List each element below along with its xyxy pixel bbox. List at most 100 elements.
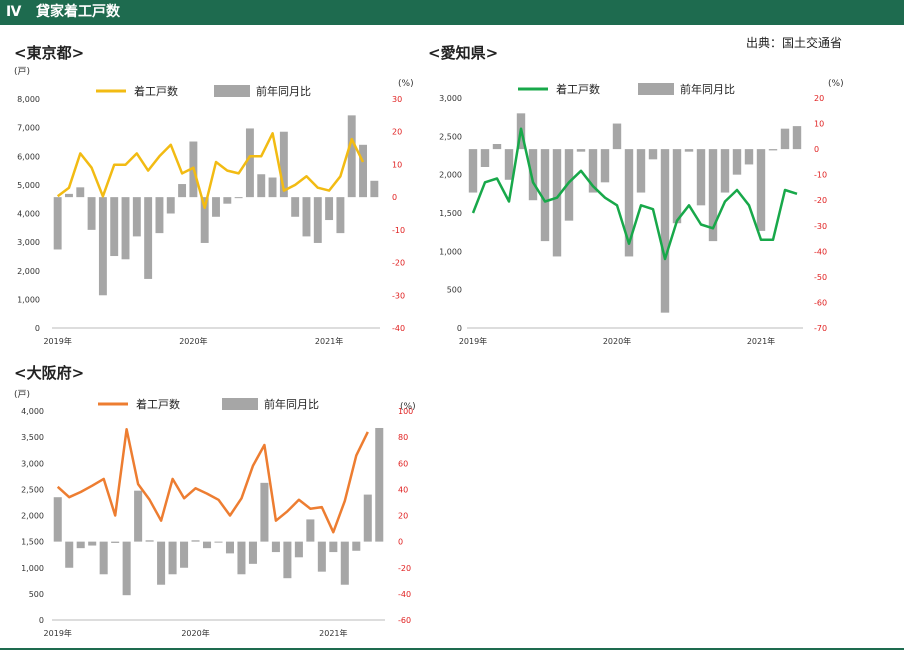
tokyo-left-tick-label: 1,000 [17,295,40,304]
tokyo-starts-line [56,132,365,210]
aichi-right-tick-label: -20 [814,196,827,205]
aichi-yoy-bar [744,149,754,165]
osaka-left-tick-label: 2,000 [21,512,44,521]
tokyo-yoy-bar [245,128,254,198]
osaka-right-tick-label: 60 [398,459,408,468]
osaka-x-tick-label: 2019年 [44,628,72,638]
osaka-yoy-bar [271,541,280,553]
aichi-left-tick-label: 1,000 [439,247,462,256]
osaka-yoy-bar [375,427,384,542]
aichi-yoy-bar [780,128,790,150]
osaka-right-unit: (%) [400,402,416,412]
aichi-yoy-bar [756,149,766,231]
tokyo-yoy-bar [110,197,119,257]
tokyo-yoy-bar [87,197,96,230]
osaka-x-tick-label: 2020年 [181,628,209,638]
osaka-right-tick-label: -60 [398,616,411,625]
osaka-yoy-bar [145,540,154,542]
aichi-yoy-bar [792,126,802,150]
tokyo-yoy-bar [325,197,334,221]
tokyo-left-tick-label: 4,000 [17,210,40,219]
aichi-yoy-bar [672,149,682,224]
tokyo-left-tick-label: 3,000 [17,238,40,247]
tokyo-right-tick-label: -40 [392,324,405,333]
aichi-yoy-bar [600,149,610,183]
tokyo-right-tick-label: 0 [392,193,397,202]
tokyo-legend-yoy: 前年同月比 [256,84,311,98]
aichi-legend-bar-swatch [638,83,674,95]
aichi-left-tick-label: 3,000 [439,94,462,103]
osaka-yoy-bar [168,541,177,575]
tokyo-yoy-bar [144,197,153,279]
aichi-right-tick-label: -60 [814,298,827,307]
osaka-legend-starts: 着工戸数 [136,397,180,411]
tokyo-yoy-bar [98,197,107,296]
tokyo-legend-starts: 着工戸数 [134,84,178,98]
aichi-yoy-bar [504,149,514,180]
osaka-legend-bar-swatch [222,398,258,410]
aichi-yoy-bar [576,149,586,152]
tokyo-left-tick-label: 5,000 [17,181,40,190]
tokyo-yoy-bar [178,184,187,198]
tokyo-x-tick-label: 2021年 [315,336,343,346]
osaka-yoy-bar [65,541,74,568]
osaka-yoy-bar [202,541,212,549]
osaka-right-tick-label: -20 [398,564,411,573]
aichi-right-tick-label: -50 [814,273,827,282]
osaka-yoy-bar [53,497,62,542]
aichi-left-tick-label: 0 [457,324,462,333]
charts-canvas: 0 1,000 2,000 3,000 4,000 5,000 6,000 7,000 8,00… [14,66,844,638]
osaka-yoy-bar [248,541,257,564]
aichi-right-tick-label: -70 [814,324,827,333]
tokyo-yoy-bar [65,193,73,198]
tokyo-yoy-bar [347,115,356,198]
tokyo-x-tick-label: 2020年 [179,336,207,346]
osaka-yoy-bar [214,541,223,543]
aichi-yoy-bar [696,149,706,206]
aichi-x-tick-label: 2020年 [603,336,631,346]
osaka-yoy-bar [111,541,120,543]
tokyo-yoy-bar [257,174,266,198]
tokyo-yoy-bar [268,177,277,198]
osaka-left-tick-label: 0 [39,616,44,625]
osaka-left-tick-label: 3,500 [21,433,44,442]
aichi-right-tick-label: -10 [814,171,827,180]
aichi-legend-starts: 着工戸数 [556,82,600,96]
osaka-yoy-bar [363,494,372,542]
osaka-yoy-bar [317,541,326,572]
tokyo-right-tick-label: 30 [392,95,402,104]
aichi-left-tick-label: 2,000 [439,171,462,180]
osaka-left-tick-label: 1,000 [21,564,44,573]
tokyo-right-tick-label: -20 [392,259,405,268]
tokyo-yoy-bar [302,197,311,237]
osaka-right-tick-label: -40 [398,590,411,599]
osaka-legend-yoy: 前年同月比 [264,397,319,411]
tokyo-left-tick-label: 7,000 [17,124,40,133]
aichi-yoy-bar [648,149,658,160]
aichi-left-tick-label: 500 [447,286,462,295]
aichi-right-unit: (%) [828,79,844,89]
aichi-yoy-bar [732,149,742,175]
tokyo-yoy-bar [223,197,232,204]
tokyo-yoy-bar [234,197,243,199]
aichi-right-tick-label: -30 [814,222,827,231]
osaka-starts-line [56,428,369,534]
tokyo-yoy-bar [291,197,300,217]
tokyo-yoy-bar [212,197,220,217]
aichi-yoy-bar [768,149,778,151]
osaka-yoy-bar [122,541,131,596]
aichi-yoy-bar [660,149,670,313]
osaka-yoy-bar [191,540,200,542]
aichi-yoy-bar [552,149,562,257]
osaka-left-tick-label: 500 [29,590,44,599]
aichi-right-tick-label: -40 [814,247,827,256]
tokyo-right-tick-label: -30 [392,291,405,300]
osaka-yoy-bar [352,541,361,551]
tokyo-yoy-bar [313,197,322,243]
aichi-yoy-bar [492,144,502,150]
aichi-yoy-bar [636,149,646,193]
tokyo-left-tick-label: 2,000 [17,267,40,276]
osaka-yoy-bar [329,541,338,553]
osaka-left-unit: (戸) [14,389,30,400]
osaka-yoy-bar [76,541,85,549]
